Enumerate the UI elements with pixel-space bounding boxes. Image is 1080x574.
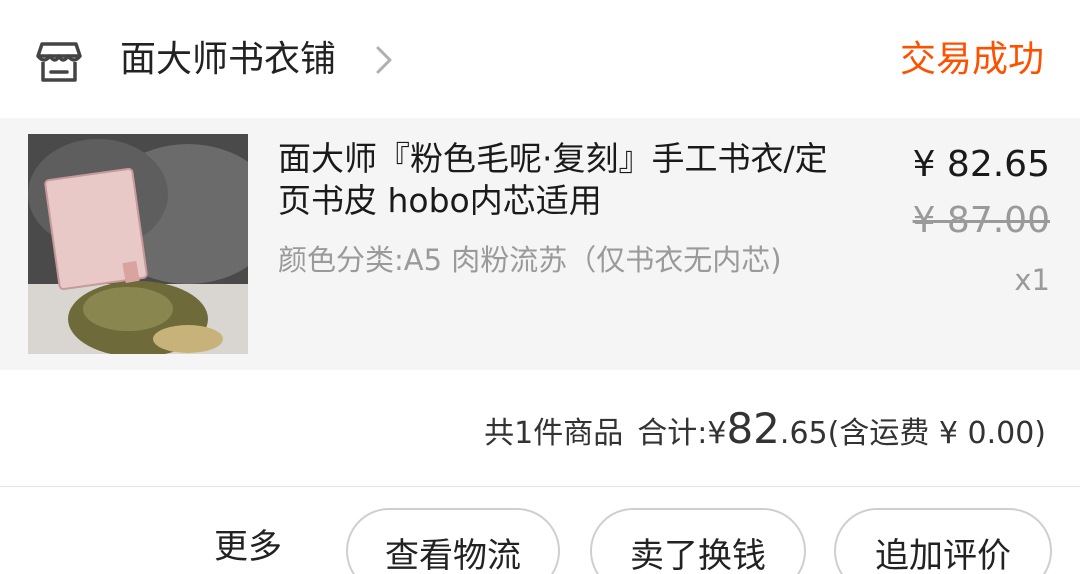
resell-button[interactable]: 卖了换钱 [590,508,806,574]
more-button[interactable]: 更多 [214,524,282,570]
shipping-fee: (含运费 ¥ 0.00) [827,416,1046,451]
order-summary: 共1件商品 合计: ¥ 82 .65 (含运费 ¥ 0.00) [484,404,1046,460]
quantity: x1 [1014,263,1050,297]
current-price: ¥ 82.65 [912,144,1050,185]
view-logistics-button[interactable]: 查看物流 [346,508,560,574]
order-status: 交易成功 [899,39,1044,80]
add-review-button[interactable]: 追加评价 [834,508,1052,574]
product-title[interactable]: 面大师『粉色毛呢·复刻』手工书衣/定页书皮 hobo内芯适用 [278,138,838,222]
store-icon[interactable] [36,38,82,84]
total-currency: ¥ [707,416,727,451]
store-name[interactable]: 面大师书衣铺 [120,36,336,84]
total-label: 合计: [637,416,708,451]
total-integer: 82 [726,404,780,453]
chevron-right-icon[interactable] [372,44,396,76]
order-card: 面大师书衣铺 交易成功 面大师『粉色毛呢·复刻』手工书衣/定页书皮 hobo内芯… [0,0,1080,574]
order-header[interactable]: 面大师书衣铺 交易成功 [0,0,1080,118]
order-item[interactable]: 面大师『粉色毛呢·复刻』手工书衣/定页书皮 hobo内芯适用 颜色分类:A5 肉… [0,118,1080,370]
item-count: 共1件商品 [484,416,624,451]
original-price: ¥ 87.00 [912,200,1050,241]
product-thumbnail[interactable] [28,134,248,354]
divider [0,486,1080,487]
total-decimal: .65 [779,416,828,451]
product-sku: 颜色分类:A5 肉粉流苏（仅书衣无内芯) [278,243,782,277]
